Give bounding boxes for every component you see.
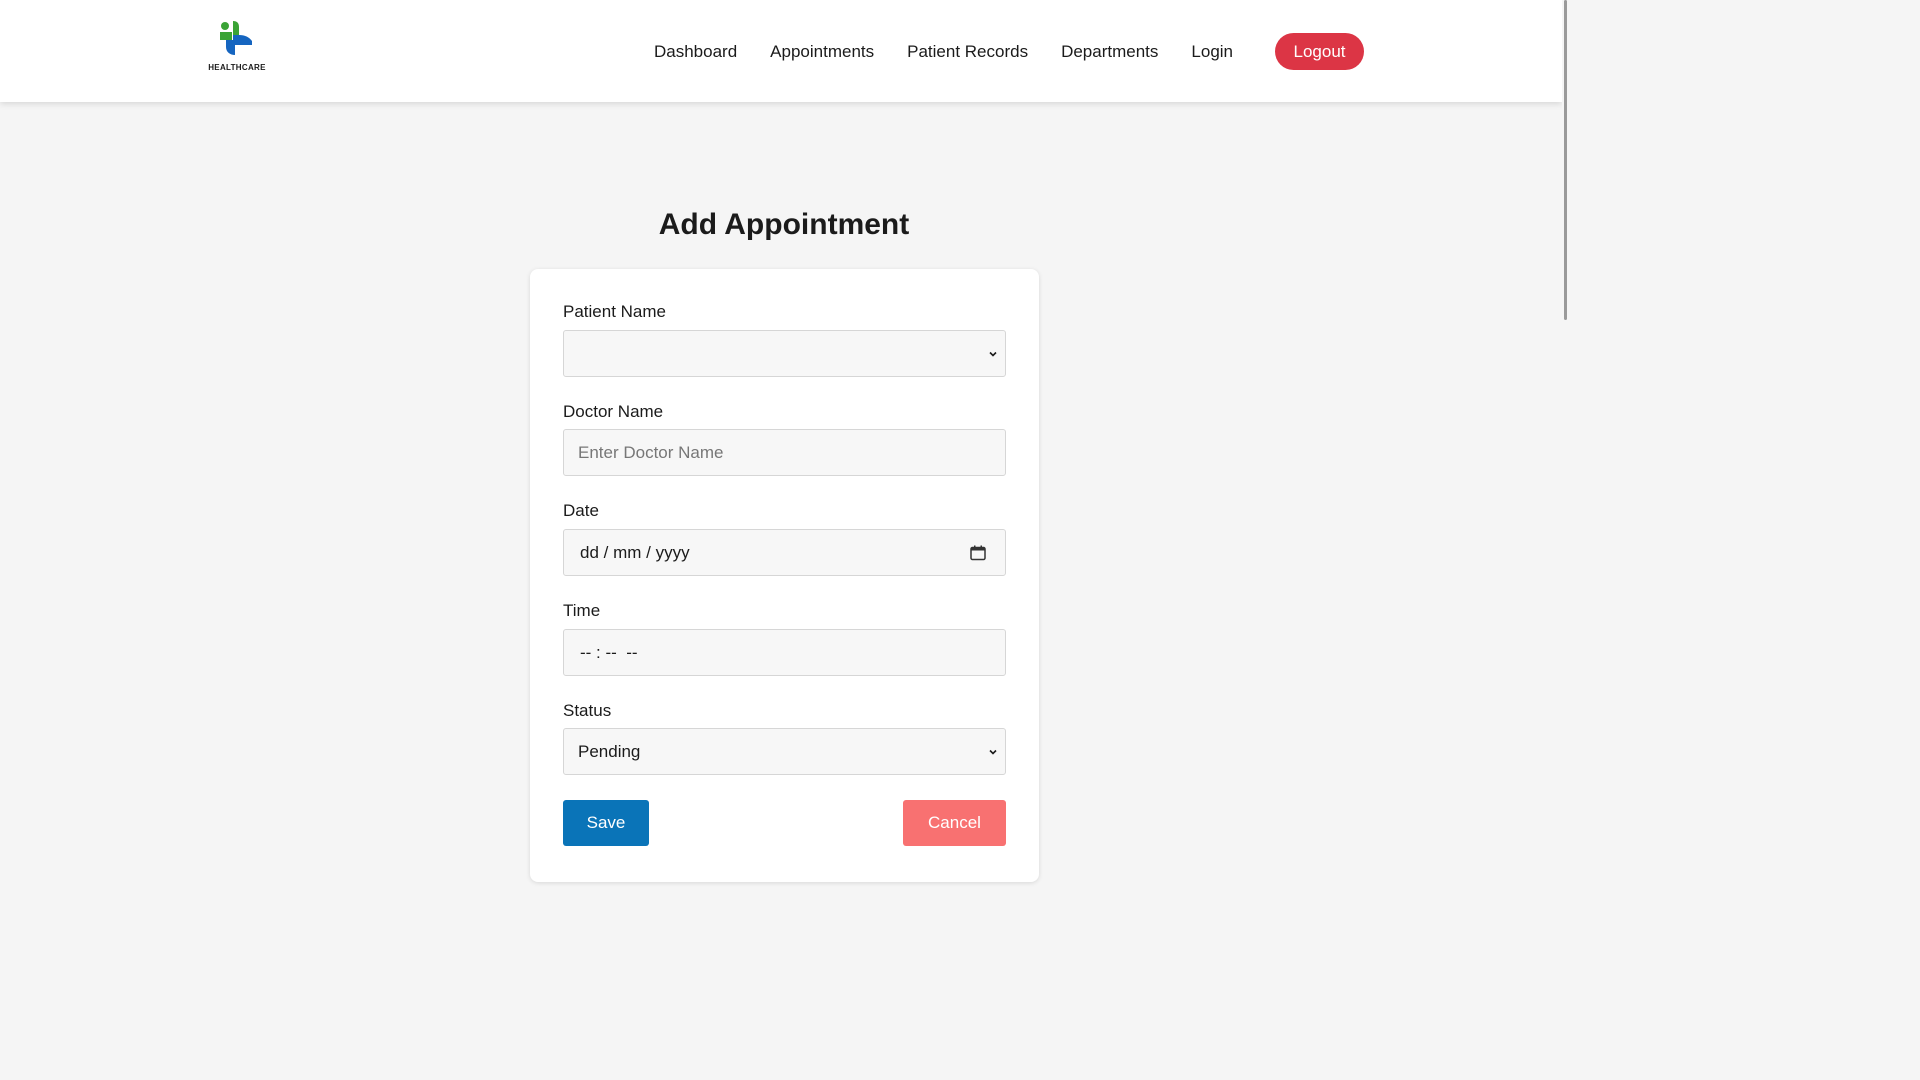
date-label: Date — [563, 501, 599, 520]
save-button[interactable]: Save — [563, 800, 649, 846]
chevron-down-icon — [989, 351, 997, 357]
nav-departments[interactable]: Departments — [1061, 42, 1158, 62]
scrollbar-thumb[interactable] — [1564, 0, 1567, 320]
main-nav: Dashboard Appointments Patient Records D… — [654, 33, 1266, 70]
date-input[interactable]: dd / mm / yyyy — [563, 529, 1006, 576]
status-label: Status — [563, 701, 612, 720]
cancel-button[interactable]: Cancel — [903, 800, 1006, 846]
chevron-down-icon — [989, 749, 997, 755]
date-placeholder: dd / mm / yyyy — [580, 542, 690, 562]
nav-login[interactable]: Login — [1191, 42, 1233, 62]
time-placeholder: -- : -- -- — [580, 642, 638, 662]
nav-dashboard[interactable]: Dashboard — [654, 42, 737, 62]
logout-button[interactable]: Logout — [1275, 33, 1364, 70]
doctor-name-label: Doctor Name — [563, 402, 664, 421]
nav-appointments[interactable]: Appointments — [770, 42, 874, 62]
healthcare-logo[interactable]: HEALTHCARE — [206, 19, 268, 75]
patient-name-label: Patient Name — [563, 302, 666, 321]
calendar-icon[interactable] — [969, 544, 987, 562]
time-input[interactable]: -- : -- -- — [563, 629, 1006, 676]
patient-name-select[interactable] — [563, 330, 1006, 377]
status-value: Pending — [578, 741, 641, 761]
top-navbar: HEALTHCARE Dashboard Appointments Patien… — [0, 0, 1562, 102]
logo-text: HEALTHCARE — [208, 63, 266, 72]
time-label: Time — [563, 601, 601, 620]
nav-patient-records[interactable]: Patient Records — [907, 42, 1028, 62]
doctor-name-placeholder: Enter Doctor Name — [578, 442, 724, 462]
doctor-name-input[interactable]: Enter Doctor Name — [563, 429, 1006, 476]
medical-cross-logo-icon — [220, 21, 252, 55]
status-select[interactable]: Pending — [563, 728, 1006, 775]
page-title: Add Appointment — [658, 208, 910, 241]
appointment-form: Patient Name Doctor Name Enter Doctor Na… — [530, 269, 1039, 882]
page-scrollbar[interactable] — [1562, 0, 1568, 882]
